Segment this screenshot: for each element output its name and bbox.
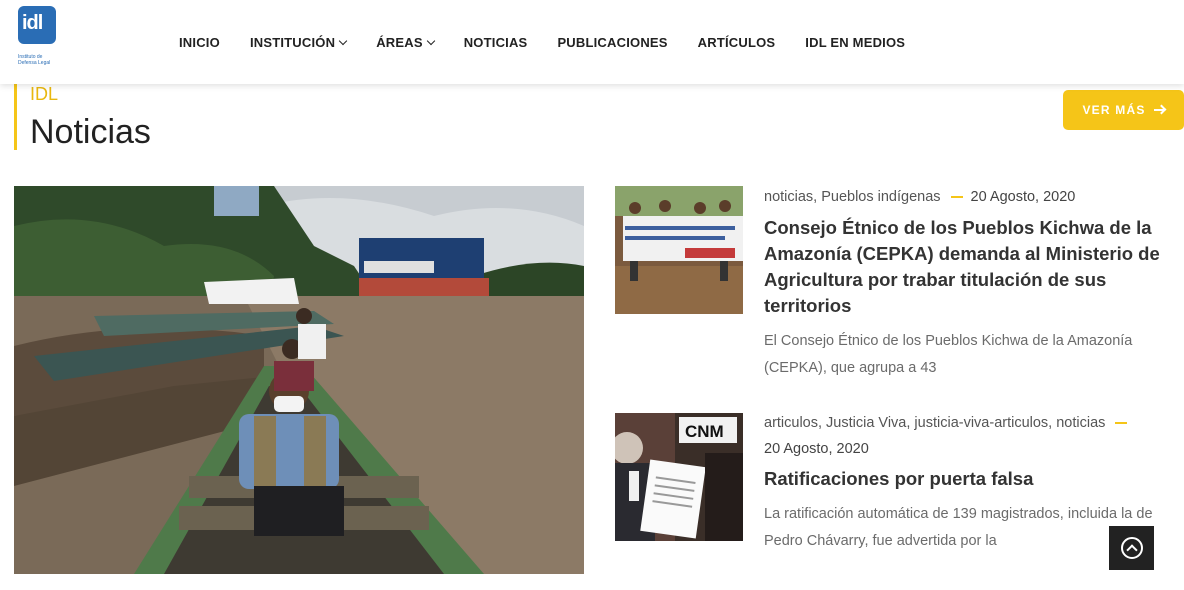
nav-label: ARTÍCULOS <box>697 34 776 50</box>
news-meta: noticias, Pueblos indígenas 20 Agosto, 20… <box>764 184 1174 210</box>
ver-mas-label: VER MÁS <box>1082 103 1146 117</box>
news-meta: articulos, Justicia Viva, justicia-viva-… <box>764 410 1174 462</box>
news-categories[interactable]: noticias, Pueblos indígenas <box>764 189 941 205</box>
news-title[interactable]: Consejo Étnico de los Pueblos Kichwa de … <box>764 215 1180 319</box>
title-accent-bar <box>14 84 17 150</box>
main-nav: INICIO INSTITUCIÓN ÁREAS NOTICIAS PUBLIC… <box>179 0 935 84</box>
nav-inicio[interactable]: INICIO <box>179 35 220 50</box>
news-thumbnail[interactable]: CNM <box>615 413 743 541</box>
nav-label: NOTICIAS <box>463 34 528 50</box>
chevron-up-icon <box>1120 537 1143 559</box>
nav-label: INSTITUCIÓN <box>249 34 336 50</box>
meta-separator <box>950 196 963 199</box>
nav-label: IDL EN MEDIOS <box>805 34 906 50</box>
meta-separator <box>1115 422 1128 425</box>
nav-idl-en-medios[interactable]: IDL EN MEDIOS <box>805 35 905 50</box>
logo-mark: idl <box>18 6 56 44</box>
logo-caption: Instituto de Defensa Legal <box>18 54 51 66</box>
ver-mas-button[interactable]: VER MÁS <box>1063 90 1184 130</box>
nav-institucion[interactable]: INSTITUCIÓN <box>249 34 348 50</box>
nav-articulos[interactable]: ARTÍCULOS <box>698 35 776 50</box>
section-kicker: IDL <box>30 84 59 104</box>
nav-noticias[interactable]: NOTICIAS <box>464 35 528 50</box>
nav-label: INICIO <box>179 34 220 50</box>
nav-areas[interactable]: ÁREAS <box>376 34 435 50</box>
news-thumbnail[interactable] <box>615 586 743 590</box>
site-header: idl Instituto de Defensa Legal INICIO IN… <box>0 0 1184 84</box>
svg-text:CNM: CNM <box>685 422 724 441</box>
news-excerpt: El Consejo Étnico de los Pueblos Kichwa … <box>764 333 1133 376</box>
logo-mark-text: idl <box>22 12 43 34</box>
chevron-down-icon <box>426 36 435 45</box>
news-categories[interactable]: articulos, Justicia Viva, justicia-viva-… <box>764 415 1105 431</box>
nav-label: ÁREAS <box>376 34 423 50</box>
news-title[interactable]: Ratificaciones por puerta falsa <box>764 466 1180 492</box>
back-to-top-button[interactable] <box>1109 526 1154 570</box>
chevron-down-icon <box>338 36 348 45</box>
arrow-right-icon <box>1153 109 1165 111</box>
news-date: 20 Agosto, 2020 <box>970 189 1076 205</box>
featured-news-image[interactable] <box>14 186 584 574</box>
news-thumbnail[interactable] <box>615 186 743 314</box>
news-date: 20 Agosto, 2020 <box>764 441 869 457</box>
nav-publicaciones[interactable]: PUBLICACIONES <box>557 35 667 50</box>
section-title: Noticias <box>30 113 151 151</box>
idl-logo[interactable]: idl Instituto de Defensa Legal <box>18 6 58 70</box>
nav-label: PUBLICACIONES <box>557 34 668 50</box>
